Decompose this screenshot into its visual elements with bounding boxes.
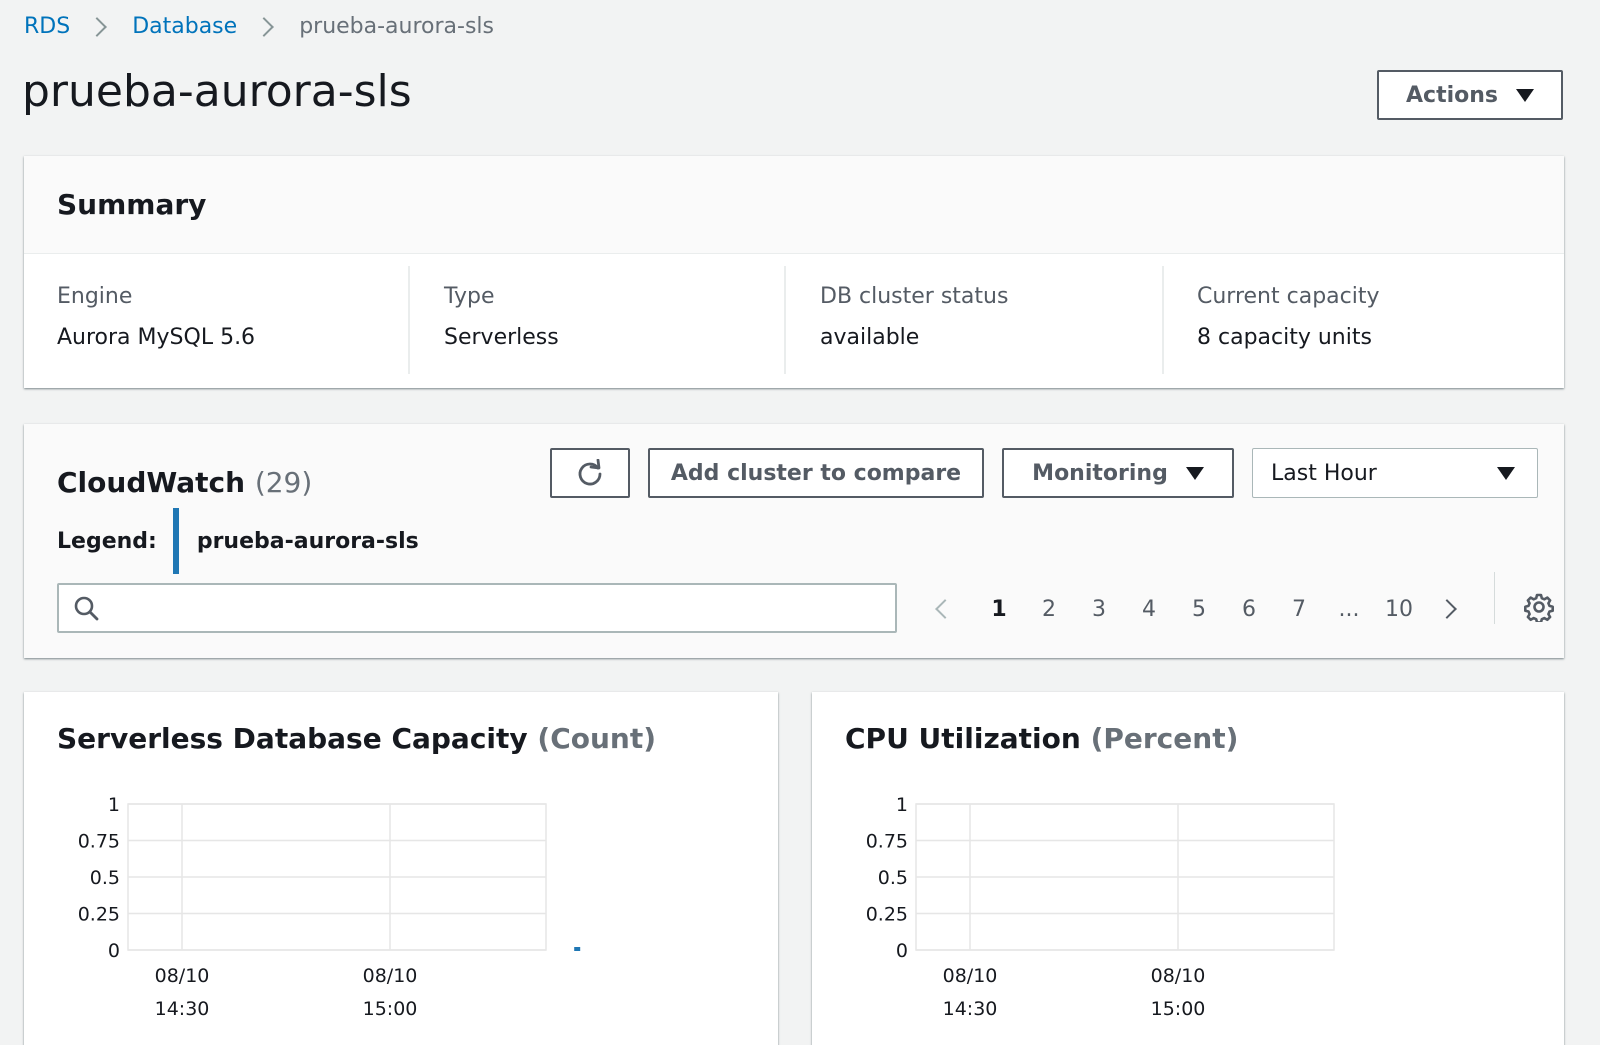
summary-field-capacity: Current capacity 8 capacity units xyxy=(1164,266,1550,374)
caret-down-icon xyxy=(1185,466,1204,480)
x-tick-date: 08/10 xyxy=(1151,965,1206,987)
breadcrumb-database-link[interactable]: Database xyxy=(132,14,237,39)
chevron-right-icon xyxy=(254,16,275,37)
page-3[interactable]: 3 xyxy=(1074,597,1124,622)
summary-field-engine: Engine Aurora MySQL 5.6 xyxy=(24,266,410,374)
page-10[interactable]: 10 xyxy=(1374,597,1424,622)
breadcrumb-rds-link[interactable]: RDS xyxy=(24,14,70,39)
chart-title-text: CPU Utilization xyxy=(845,722,1081,755)
y-tick-label: 0 xyxy=(108,940,120,962)
cloudwatch-count: (29) xyxy=(254,466,313,499)
chart-title: CPU Utilization (Percent) xyxy=(845,722,1238,755)
pagination: 1 2 3 4 5 6 7 ... 10 xyxy=(926,586,1457,632)
time-range-select[interactable]: Last Hour xyxy=(1252,448,1538,498)
y-tick-label: 0 xyxy=(896,940,908,962)
chart-title-text: Serverless Database Capacity xyxy=(57,722,528,755)
y-tick-label: 0.25 xyxy=(78,904,120,926)
chevron-left-icon[interactable] xyxy=(935,599,955,619)
add-cluster-to-compare-button[interactable]: Add cluster to compare xyxy=(648,448,984,498)
chart-unit: (Count) xyxy=(537,722,657,755)
summary-field-type: Type Serverless xyxy=(410,266,786,374)
summary-header: Summary xyxy=(24,156,1564,254)
legend-label: Legend: xyxy=(57,528,157,554)
x-tick-date: 08/10 xyxy=(943,965,998,987)
page-title: prueba-aurora-sls xyxy=(22,66,412,117)
chart-title: Serverless Database Capacity (Count) xyxy=(57,722,656,755)
field-label: Engine xyxy=(57,284,133,309)
data-point xyxy=(574,947,581,951)
actions-button-label: Actions xyxy=(1406,82,1498,108)
x-tick-time: 15:00 xyxy=(1151,998,1206,1020)
y-tick-label: 1 xyxy=(108,794,120,816)
page-ellipsis: ... xyxy=(1338,596,1360,622)
page-2[interactable]: 2 xyxy=(1024,597,1074,622)
legend: Legend: prueba-aurora-sls xyxy=(57,508,419,574)
cloudwatch-panel: CloudWatch (29) Add cluster to compare M… xyxy=(24,424,1564,658)
time-range-value: Last Hour xyxy=(1271,460,1377,486)
summary-field-status: DB cluster status available xyxy=(786,266,1164,374)
field-label: DB cluster status xyxy=(820,284,1009,309)
breadcrumb: RDS Database prueba-aurora-sls xyxy=(24,14,494,39)
page-6[interactable]: 6 xyxy=(1224,597,1274,622)
page-1[interactable]: 1 xyxy=(974,597,1024,622)
monitoring-label: Monitoring xyxy=(1032,460,1168,486)
field-label: Type xyxy=(444,284,495,309)
y-tick-label: 0.25 xyxy=(866,904,908,926)
legend-color-swatch xyxy=(172,508,179,574)
chevron-right-icon[interactable] xyxy=(1437,599,1457,619)
page-5[interactable]: 5 xyxy=(1174,597,1224,622)
page-7[interactable]: 7 xyxy=(1274,597,1324,622)
monitoring-dropdown[interactable]: Monitoring xyxy=(1002,448,1234,498)
chevron-right-icon xyxy=(87,16,108,37)
x-tick-date: 08/10 xyxy=(363,965,418,987)
capacity-chart: 0 0.25 0.5 0.75 1 08/10 14:30 08/10 15:00 xyxy=(78,794,581,1020)
caret-down-icon xyxy=(1516,88,1534,102)
page-4[interactable]: 4 xyxy=(1124,597,1174,622)
y-tick-label: 0.5 xyxy=(878,867,908,889)
pager-divider xyxy=(1494,572,1495,624)
x-tick-time: 14:30 xyxy=(943,998,998,1020)
y-tick-label: 0.75 xyxy=(866,831,908,853)
search-icon xyxy=(74,596,99,621)
metric-search-input[interactable] xyxy=(57,583,897,633)
caret-down-icon xyxy=(1497,466,1515,480)
summary-panel: Summary Engine Aurora MySQL 5.6 Type Ser… xyxy=(24,156,1564,388)
field-label: Current capacity xyxy=(1197,284,1380,309)
legend-item: prueba-aurora-sls xyxy=(196,528,419,554)
x-tick-time: 14:30 xyxy=(155,998,210,1020)
summary-fields: Engine Aurora MySQL 5.6 Type Serverless … xyxy=(24,254,1564,374)
x-tick-date: 08/10 xyxy=(155,965,210,987)
y-tick-label: 0.5 xyxy=(90,867,120,889)
cpu-chart: 0 0.25 0.5 0.75 1 08/10 14:30 08/10 15:00 xyxy=(866,794,1335,1020)
cpu-chart-panel: CPU Utilization (Percent) 0 0.25 0.5 0.75 1 0… xyxy=(812,692,1564,1045)
y-tick-label: 0.75 xyxy=(78,831,120,853)
field-value: 8 capacity units xyxy=(1197,325,1372,350)
field-value: Serverless xyxy=(444,325,559,350)
x-tick-time: 15:00 xyxy=(363,998,418,1020)
y-tick-label: 1 xyxy=(896,794,908,816)
cloudwatch-title-text: CloudWatch xyxy=(57,466,246,499)
refresh-icon xyxy=(578,459,602,486)
summary-title: Summary xyxy=(57,188,207,221)
field-value: Aurora MySQL 5.6 xyxy=(57,325,256,350)
gear-icon[interactable] xyxy=(1524,592,1554,622)
refresh-button[interactable] xyxy=(550,448,630,498)
actions-button[interactable]: Actions xyxy=(1377,70,1563,120)
field-value: available xyxy=(820,325,920,350)
chart-unit: (Percent) xyxy=(1090,722,1239,755)
cloudwatch-title: CloudWatch (29) xyxy=(57,466,312,499)
capacity-chart-panel: Serverless Database Capacity (Count) 0 0.… xyxy=(24,692,778,1045)
breadcrumb-current: prueba-aurora-sls xyxy=(299,14,495,39)
